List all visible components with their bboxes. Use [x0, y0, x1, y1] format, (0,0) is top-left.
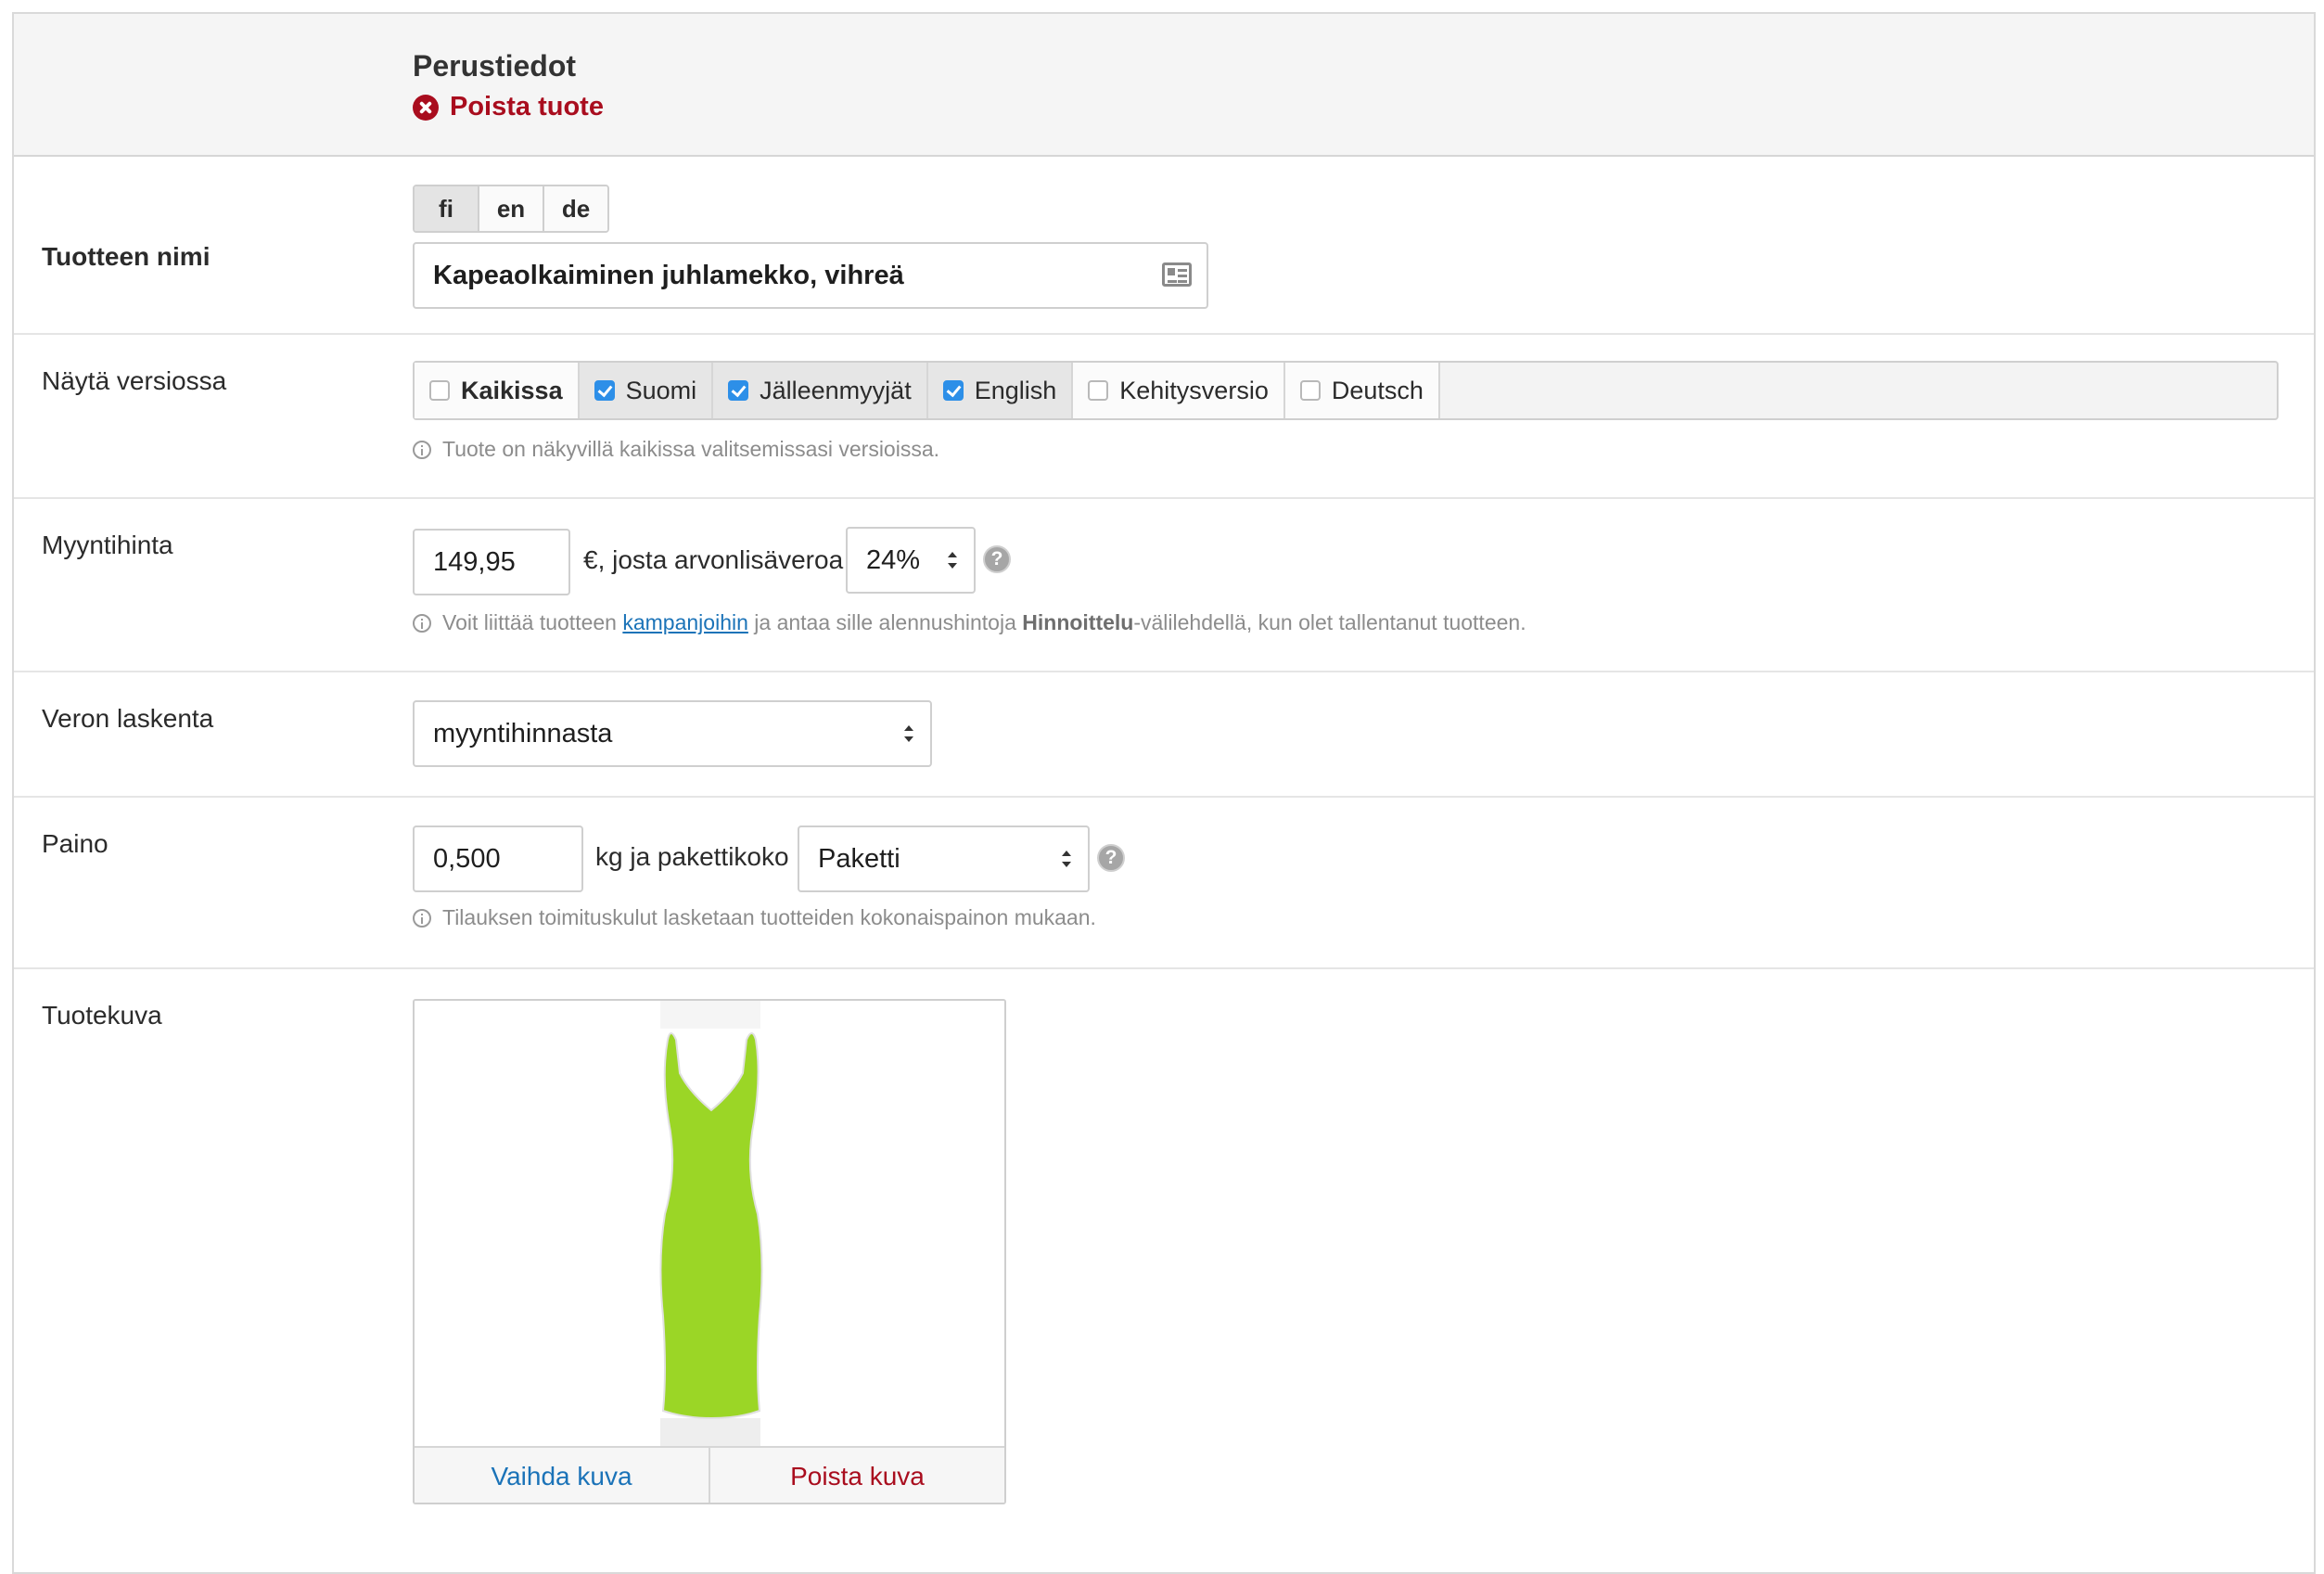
weight-unit-text: kg ja pakettikoko [595, 842, 789, 871]
version-label-kaikissa: Kaikissa [461, 376, 563, 404]
checkbox-kehitysversio[interactable] [1088, 380, 1109, 401]
contact-card-icon[interactable] [1162, 262, 1192, 287]
weight-hint-text: Tilauksen toimituskulut lasketaan tuotte… [442, 905, 1096, 929]
row-price: Myyntihinta 149,95 €, josta arvonlisäver… [14, 499, 2314, 672]
version-label-kehitysversio: Kehitysversio [1119, 376, 1269, 404]
version-label-english: English [974, 376, 1057, 404]
info-icon [413, 440, 431, 459]
row-weight: Paino 0,500 kg ja pakettikoko Paketti ? … [14, 798, 2314, 969]
price-hint: Voit liittää tuotteen kampanjoihin ja an… [413, 610, 1526, 635]
price-hint-part1: Voit liittää tuotteen [442, 610, 617, 634]
price-hint-bold: Hinnoittelu [1022, 610, 1134, 634]
select-arrows-icon [1062, 851, 1071, 867]
weight-label: Paino [42, 829, 109, 858]
tab-language-de[interactable]: de [544, 186, 607, 231]
row-versions: Näytä versiossa Kaikissa Suomi Jälleenmy… [14, 335, 2314, 499]
vat-value: 24% [866, 544, 921, 575]
tax-select[interactable]: myyntihinnasta [413, 700, 932, 767]
weight-input[interactable]: 0,500 [413, 825, 583, 892]
weight-value: 0,500 [433, 843, 501, 874]
checkbox-suomi[interactable] [594, 380, 615, 401]
package-select[interactable]: Paketti [798, 825, 1090, 892]
delete-product-label: Poista tuote [450, 92, 604, 122]
product-image-box: Vaihda kuva Poista kuva [413, 999, 1006, 1504]
versions-label: Näytä versiossa [42, 366, 227, 395]
row-product-image: Tuotekuva Vaihda kuva Poista kuva [14, 969, 2314, 1544]
price-hint-part2: ja antaa sille alennushintoja [754, 610, 1016, 634]
dress-image [659, 1001, 763, 1446]
version-label-deutsch: Deutsch [1331, 376, 1424, 404]
tab-language-fi[interactable]: fi [415, 186, 479, 231]
product-image-label: Tuotekuva [42, 1001, 162, 1030]
tax-value: myyntihinnasta [433, 718, 613, 749]
package-value: Paketti [818, 843, 900, 874]
price-hint-text: Voit liittää tuotteen kampanjoihin ja an… [442, 610, 1526, 635]
version-option-english[interactable]: English [927, 363, 1074, 418]
version-label-suomi: Suomi [625, 376, 697, 404]
tab-language-en[interactable]: en [479, 186, 544, 231]
weight-hint: Tilauksen toimituskulut lasketaan tuotte… [413, 905, 1096, 930]
version-option-kaikissa[interactable]: Kaikissa [415, 363, 580, 418]
select-arrows-icon [904, 725, 913, 742]
campaigns-link[interactable]: kampanjoihin [622, 610, 748, 634]
vat-text: €, josta arvonlisäveroa [583, 545, 844, 574]
version-selector: Kaikissa Suomi Jälleenmyyjät English Keh… [413, 361, 2279, 420]
checkbox-deutsch[interactable] [1299, 380, 1321, 401]
checkbox-english[interactable] [942, 380, 964, 401]
info-icon [413, 908, 431, 928]
versions-hint-text: Tuote on näkyvillä kaikissa valitsemissa… [442, 437, 940, 461]
product-name-input[interactable]: Kapeaolkaiminen juhlamekko, vihreä [413, 242, 1208, 309]
price-input[interactable]: 149,95 [413, 529, 570, 595]
package-help-icon[interactable]: ? [1097, 844, 1125, 872]
price-label: Myyntihinta [42, 531, 173, 559]
product-name-value: Kapeaolkaiminen juhlamekko, vihreä [433, 260, 904, 290]
checkbox-kaikissa[interactable] [429, 380, 450, 401]
language-tabs: fi en de [413, 185, 609, 233]
delete-product-link[interactable]: Poista tuote [413, 92, 604, 122]
select-arrows-icon [948, 552, 957, 569]
row-tax: Veron laskenta myyntihinnasta [14, 672, 2314, 798]
price-hint-part3: -välilehdellä, kun olet tallentanut tuot… [1133, 610, 1526, 634]
version-option-jalleenmyyjat[interactable]: Jälleenmyyjät [713, 363, 928, 418]
price-value: 149,95 [433, 546, 516, 577]
product-form: Perustiedot Poista tuote Tuotteen nimi f… [12, 12, 2316, 1574]
tax-label: Veron laskenta [42, 704, 214, 733]
product-name-label: Tuotteen nimi [42, 242, 211, 271]
dress-shape [659, 1032, 763, 1420]
delete-icon [413, 94, 439, 121]
vat-help-icon[interactable]: ? [983, 545, 1011, 573]
checkbox-jalleenmyyjat[interactable] [728, 380, 749, 401]
section-title: Perustiedot [413, 49, 577, 83]
version-label-jalleenmyyjat: Jälleenmyyjät [760, 376, 912, 404]
version-option-deutsch[interactable]: Deutsch [1284, 363, 1440, 418]
change-image-button[interactable]: Vaihda kuva [415, 1448, 710, 1503]
image-actions: Vaihda kuva Poista kuva [415, 1446, 1004, 1503]
version-option-suomi[interactable]: Suomi [579, 363, 714, 418]
versions-hint: Tuote on näkyvillä kaikissa valitsemissa… [413, 437, 939, 462]
product-image [415, 1001, 1004, 1446]
remove-image-button[interactable]: Poista kuva [710, 1448, 1004, 1503]
row-product-name: Tuotteen nimi fi en de Kapeaolkaiminen j… [14, 157, 2314, 335]
vat-select[interactable]: 24% [846, 527, 976, 594]
version-option-kehitysversio[interactable]: Kehitysversio [1073, 363, 1285, 418]
section-header: Perustiedot Poista tuote [14, 14, 2314, 157]
info-icon [413, 613, 431, 633]
